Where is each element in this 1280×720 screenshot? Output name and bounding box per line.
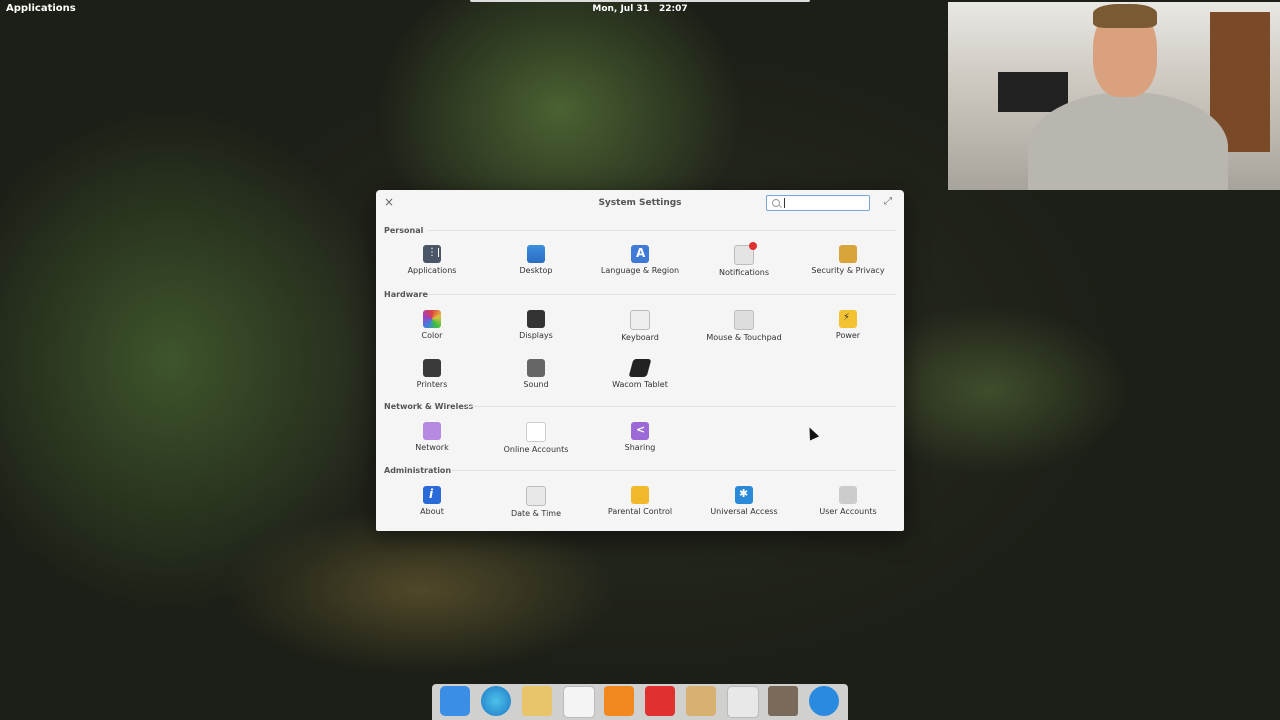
setting-applications[interactable]: Applications bbox=[380, 245, 484, 275]
setting-online-accounts[interactable]: Online Accounts bbox=[484, 422, 588, 454]
setting-label: Printers bbox=[416, 380, 448, 389]
setting-label: Online Accounts bbox=[503, 445, 569, 454]
setting-label: Mouse & Touchpad bbox=[706, 333, 782, 342]
titlebar[interactable]: × System Settings ⤢ bbox=[376, 190, 904, 216]
setting-mouse-touchpad[interactable]: Mouse & Touchpad bbox=[692, 310, 796, 342]
setting-label: User Accounts bbox=[819, 507, 877, 516]
section-heading-personal: Personal bbox=[384, 226, 424, 235]
photos-icon[interactable] bbox=[686, 686, 716, 716]
setting-parental-control[interactable]: Parental Control bbox=[588, 486, 692, 516]
section-divider bbox=[428, 230, 896, 231]
updates-icon[interactable] bbox=[809, 686, 839, 716]
section-heading-network: Network & Wireless bbox=[384, 402, 474, 411]
info-icon bbox=[423, 486, 441, 504]
system-settings-window: × System Settings ⤢ Personal Application… bbox=[376, 190, 904, 531]
text-caret bbox=[784, 198, 785, 208]
setting-label: Power bbox=[835, 331, 861, 340]
search-field[interactable] bbox=[766, 195, 870, 211]
setting-label: Notifications bbox=[718, 268, 770, 277]
setting-keyboard[interactable]: Keyboard bbox=[588, 310, 692, 342]
color-icon bbox=[423, 310, 441, 328]
system-settings-icon[interactable] bbox=[727, 686, 759, 718]
section-divider bbox=[428, 294, 896, 295]
setting-label: Applications bbox=[407, 266, 457, 275]
lock-icon bbox=[839, 245, 857, 263]
share-icon bbox=[631, 422, 649, 440]
mouse-icon bbox=[734, 310, 754, 330]
setting-label: Date & Time bbox=[510, 509, 562, 518]
printer-icon bbox=[423, 359, 441, 377]
search-input[interactable] bbox=[783, 197, 865, 209]
parental-control-icon bbox=[631, 486, 649, 504]
accessibility-icon bbox=[735, 486, 753, 504]
setting-label: Network bbox=[415, 443, 449, 452]
panel-notch bbox=[470, 0, 810, 2]
setting-universal-access[interactable]: Universal Access bbox=[692, 486, 796, 516]
users-icon bbox=[839, 486, 857, 504]
desktop-icon bbox=[527, 245, 545, 263]
power-icon bbox=[839, 310, 857, 328]
network-icon bbox=[423, 422, 441, 440]
setting-user-accounts[interactable]: User Accounts bbox=[796, 486, 900, 516]
setting-label: Desktop bbox=[519, 266, 553, 275]
setting-notifications[interactable]: Notifications bbox=[692, 242, 796, 277]
setting-printers[interactable]: Printers bbox=[380, 359, 484, 389]
setting-wacom-tablet[interactable]: Wacom Tablet bbox=[588, 359, 692, 389]
webcam-overlay bbox=[948, 2, 1280, 190]
setting-label: Universal Access bbox=[710, 507, 778, 516]
multitasking-view-icon[interactable] bbox=[440, 686, 470, 716]
mail-icon[interactable] bbox=[522, 686, 552, 716]
speaker-icon bbox=[527, 359, 545, 377]
dock bbox=[432, 684, 848, 720]
setting-power[interactable]: Power bbox=[796, 310, 900, 340]
section-heading-administration: Administration bbox=[384, 466, 452, 475]
section-divider bbox=[452, 470, 896, 471]
videos-icon[interactable] bbox=[645, 686, 675, 716]
setting-language-region[interactable]: Language & Region bbox=[588, 245, 692, 275]
setting-label: About bbox=[420, 507, 444, 516]
applications-menu-button[interactable]: Applications bbox=[6, 3, 76, 14]
notifications-icon bbox=[734, 242, 757, 265]
setting-color[interactable]: Color bbox=[380, 310, 484, 340]
setting-about[interactable]: About bbox=[380, 486, 484, 516]
section-divider bbox=[466, 406, 896, 407]
clock-icon bbox=[526, 486, 546, 506]
displays-icon bbox=[527, 310, 545, 328]
calendar-icon[interactable] bbox=[563, 686, 595, 718]
applications-icon bbox=[423, 245, 441, 263]
cloud-icon bbox=[526, 422, 546, 442]
section-heading-hardware: Hardware bbox=[384, 290, 428, 299]
clock-date: Mon, Jul 31 bbox=[592, 4, 649, 14]
music-icon[interactable] bbox=[604, 686, 634, 716]
setting-sound[interactable]: Sound bbox=[484, 359, 588, 389]
webcam-person-hair bbox=[1093, 4, 1157, 28]
webcam-person-body bbox=[1028, 92, 1228, 190]
webcam-monitor bbox=[998, 72, 1068, 112]
clock-time: 22:07 bbox=[658, 4, 688, 14]
language-icon bbox=[631, 245, 649, 263]
search-icon bbox=[772, 199, 780, 207]
setting-label: Security & Privacy bbox=[811, 266, 885, 275]
setting-displays[interactable]: Displays bbox=[484, 310, 588, 340]
app-center-icon[interactable] bbox=[768, 686, 798, 716]
setting-security-privacy[interactable]: Security & Privacy bbox=[796, 245, 900, 275]
setting-label: Sharing bbox=[624, 443, 656, 452]
web-browser-icon[interactable] bbox=[481, 686, 511, 716]
setting-label: Keyboard bbox=[621, 333, 659, 342]
setting-label: Wacom Tablet bbox=[612, 380, 668, 389]
setting-sharing[interactable]: Sharing bbox=[588, 422, 692, 452]
keyboard-icon bbox=[630, 310, 650, 330]
tablet-icon bbox=[628, 359, 652, 377]
setting-label: Color bbox=[421, 331, 443, 340]
maximize-icon[interactable]: ⤢ bbox=[884, 196, 892, 207]
setting-network[interactable]: Network bbox=[380, 422, 484, 452]
setting-label: Sound bbox=[523, 380, 549, 389]
setting-label: Parental Control bbox=[607, 507, 673, 516]
setting-desktop[interactable]: Desktop bbox=[484, 245, 588, 275]
setting-label: Displays bbox=[519, 331, 553, 340]
setting-label: Language & Region bbox=[600, 266, 680, 275]
setting-date-time[interactable]: Date & Time bbox=[484, 486, 588, 518]
clock[interactable]: Mon, Jul 31 22:07 bbox=[590, 4, 690, 14]
